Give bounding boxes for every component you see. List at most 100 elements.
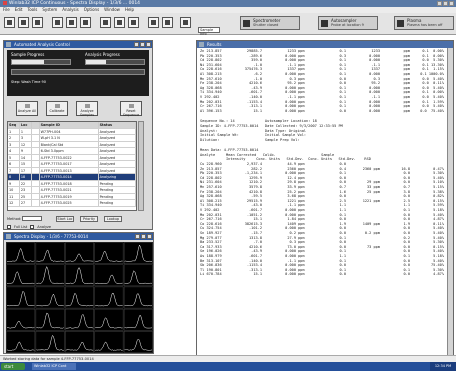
cell-id: W77PH-004 (40, 128, 99, 134)
cell-loc: 14 (20, 154, 32, 160)
automated-analysis-panel: Automated Analysis Control Sample Progre… (3, 40, 153, 230)
results-titlebar: Results (197, 41, 453, 48)
toolbar-auto-icon[interactable] (66, 17, 77, 28)
panel-maximize-button[interactable] (140, 42, 145, 47)
cell-chk (32, 167, 40, 173)
lookup-button[interactable]: Lookup (104, 216, 122, 222)
cell-seq: 1 (8, 128, 20, 134)
panel-minimize-button[interactable] (135, 234, 140, 239)
toolbar-manual-icon[interactable] (52, 17, 63, 28)
spectra-grid[interactable] (6, 242, 153, 353)
spectrum-cell (6, 264, 36, 287)
panel-maximize-button[interactable] (141, 234, 146, 239)
toolbar-plasma-icon[interactable] (148, 17, 159, 28)
autosampler-icon (321, 20, 328, 27)
start-button[interactable]: start (1, 363, 25, 370)
cell-loc: 22 (20, 180, 32, 186)
panel-icon (6, 42, 11, 47)
report-cell: 15.1 (253, 108, 262, 113)
toolbar-results-icon[interactable] (100, 17, 111, 28)
taskbar: start Winlab32 ICP Cont 12:34 PM (0, 362, 456, 371)
spectrum-line (65, 267, 94, 285)
analyze-checkbox[interactable] (30, 225, 35, 229)
reset-icon (128, 104, 134, 108)
cell-loc: 1 (20, 128, 32, 134)
autosampler-status[interactable]: Autosampler Probe at location 9 (318, 16, 378, 30)
cell-id: 6-Std 3.0ppm (40, 148, 99, 154)
spectrometer-status[interactable]: Spectrometer Shutter closed (240, 16, 300, 30)
toolbar-sample-info-icon[interactable] (32, 17, 43, 28)
report-cell: 0.000 (285, 108, 296, 113)
sample-info-select[interactable]: Sample Info (198, 27, 220, 36)
cell-seq: 8 (8, 174, 20, 180)
report-cell: 15.1 (253, 272, 262, 277)
reset-sequence-button[interactable]: Reset Sequence (120, 101, 142, 117)
spectrum-cell (94, 286, 124, 309)
cell-chk (32, 161, 40, 167)
status-bar: Worked storing data for sample 4-FFP-777… (0, 355, 456, 362)
main-toolbar: Sample Info Spectrometer Shutter closed … (0, 13, 456, 36)
report-cell: Al 396.153 (200, 108, 222, 113)
spectrum-cell (123, 242, 153, 264)
cell-status: Analyzed (99, 135, 136, 141)
overall-progress-bar (11, 69, 145, 75)
maximize-button[interactable] (443, 1, 448, 6)
cell-loc: 12 (20, 141, 32, 147)
cell-seq: 3 (8, 141, 20, 147)
plasma-sub: Plasma has been off (407, 23, 443, 27)
table-scrollbar[interactable] (138, 121, 144, 211)
full-list-checkbox[interactable] (7, 225, 11, 229)
analyze-samples-button[interactable]: Analyze Samples (76, 101, 98, 117)
calibrate-icon (54, 104, 60, 108)
cell-chk (32, 180, 40, 186)
spectrum-cell (94, 308, 124, 331)
panel-controls (135, 234, 152, 239)
status-text: Worked storing data for sample 4-FFP-777… (3, 357, 94, 361)
cell-status: Pending (99, 187, 136, 193)
spectrum-line (124, 244, 153, 262)
toolbar-workspace-icon[interactable] (4, 17, 15, 28)
results-text: Zn 213.857 29885.7 1233 ppm 0.1 1233 ppm 0.1 0.… (197, 48, 453, 278)
spectrum-line (65, 341, 94, 351)
spectra-plots (6, 242, 153, 353)
panel-close-button[interactable] (146, 42, 151, 47)
spectrum-cell (6, 286, 36, 309)
spectrum-line (65, 292, 94, 307)
toolbar-method-icon[interactable] (18, 17, 29, 28)
results-scrollbar[interactable] (447, 48, 453, 361)
minimize-button[interactable] (437, 1, 442, 6)
close-button[interactable] (449, 1, 454, 6)
start-loc-button[interactable]: Start Loc (56, 216, 74, 222)
cell-status: Analyzed (99, 167, 136, 173)
spectrum-cell (65, 331, 94, 353)
sample-progress-fill (12, 60, 44, 64)
sample-progress-label: Sample Progress (11, 52, 45, 57)
taskbar-item[interactable]: Winlab32 ICP Cont (32, 363, 76, 370)
panel-minimize-button[interactable] (134, 42, 139, 47)
toolbar-spectra-icon[interactable] (114, 17, 125, 28)
cell-status: Analyzed (99, 161, 136, 167)
spectrum-line (124, 270, 153, 284)
toolbar-report-icon[interactable] (128, 17, 139, 28)
cell-id: 4-FFP-77753-0017 (40, 161, 99, 167)
calibrate-button[interactable]: Calibrate (46, 101, 68, 116)
spectrum-line (65, 253, 94, 262)
panel-close-button[interactable] (147, 234, 152, 239)
toolbar-examine-icon[interactable] (162, 17, 173, 28)
spectra-display-panel: Spectra Display - 1/3/6 - 77753-0014 (3, 232, 154, 354)
spectra-display-title: Spectra Display - 1/3/6 - 77753-0014 (14, 234, 89, 239)
spectrum-line (6, 271, 35, 285)
method-field[interactable] (22, 216, 42, 221)
results-icon (199, 42, 204, 47)
report-cell: 0.0 (403, 272, 411, 277)
spectrum-line (36, 334, 64, 351)
cell-chk (32, 174, 40, 180)
toolbar-calib-icon[interactable] (80, 17, 91, 28)
plasma-status[interactable]: Plasma Plasma has been off (394, 16, 454, 30)
toolbar-print-icon[interactable] (180, 17, 191, 28)
priority-button[interactable]: Priority (80, 216, 98, 222)
table-row[interactable]: 12 27 4-FFP-77753-0025 Pending (8, 200, 136, 207)
cell-id: 4-FFP-77753-0013 (40, 167, 99, 173)
analyze-all-button[interactable]: Analyze All (16, 101, 38, 116)
spectrum-cell (94, 242, 124, 264)
